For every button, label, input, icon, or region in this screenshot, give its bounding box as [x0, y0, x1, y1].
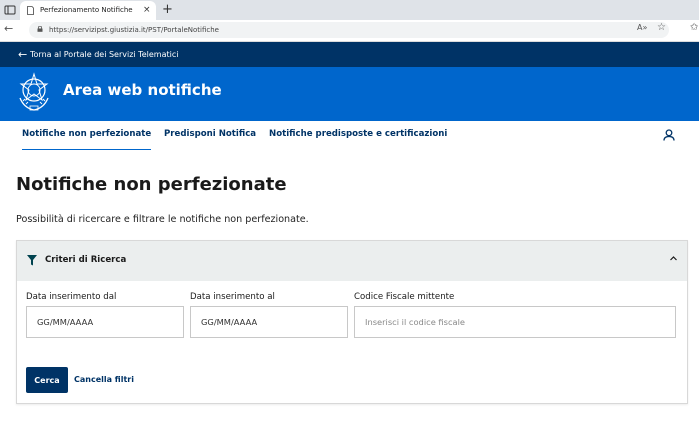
date-from-label: Data inserimento dal: [26, 292, 117, 302]
filter-icon: [27, 255, 37, 266]
search-criteria-header[interactable]: Criteri di Ricerca: [17, 241, 687, 281]
tab-predisponi-notifica[interactable]: Predisponi Notifica: [164, 121, 256, 149]
user-icon[interactable]: [663, 129, 675, 141]
italian-republic-emblem-icon: [19, 72, 49, 111]
browser-tab-bar: Perfezionamento Notifiche × +: [0, 0, 699, 20]
date-to-label: Data inserimento al: [190, 292, 275, 302]
tab-close-icon[interactable]: ×: [143, 1, 151, 20]
back-to-portal-label: Torna al Portale dei Servizi Telematici: [30, 50, 179, 59]
tab-notifiche-non-perfezionate[interactable]: Notifiche non perfezionate: [22, 121, 152, 151]
app-title: Area web notifiche: [63, 81, 222, 99]
fiscal-code-label: Codice Fiscale mittente: [354, 292, 455, 302]
url-field[interactable]: https://servizipst.giustizia.it/PST/Port…: [29, 22, 669, 38]
page-favicon-icon: [27, 6, 34, 15]
tab-title: Perfezionamento Notifiche: [40, 6, 133, 14]
read-aloud-icon[interactable]: A»: [637, 23, 647, 32]
url-text: https://servizipst.giustizia.it/PST/Port…: [49, 26, 219, 34]
clear-filters-link[interactable]: Cancella filtri: [74, 367, 134, 393]
favorites-icon[interactable]: ✩: [690, 22, 698, 33]
back-to-portal-link[interactable]: ← Torna al Portale dei Servizi Telematic…: [0, 42, 699, 67]
browser-address-bar: ← https://servizipst.giustizia.it/PST/Po…: [0, 20, 699, 42]
date-to-input[interactable]: [190, 306, 348, 338]
tab-notifiche-predisposte[interactable]: Notifiche predisposte e certificazioni: [269, 121, 447, 149]
page-description: Possibilità di ricercare e filtrare le n…: [16, 214, 309, 225]
main-navigation: Notifiche non perfezionate Predisponi No…: [0, 121, 699, 151]
date-from-input[interactable]: [26, 306, 184, 338]
new-tab-icon[interactable]: +: [162, 0, 173, 19]
page-title: Notifiche non perfezionate: [16, 174, 287, 195]
browser-back-icon[interactable]: ←: [4, 22, 13, 35]
back-arrow-icon: ←: [18, 48, 28, 61]
search-criteria-panel: Criteri di Ricerca Data inserimento dal …: [16, 240, 688, 404]
fiscal-code-input[interactable]: [354, 306, 676, 338]
lock-icon: [37, 26, 43, 32]
search-button[interactable]: Cerca: [26, 367, 68, 393]
search-criteria-title: Criteri di Ricerca: [45, 255, 127, 265]
chevron-up-icon[interactable]: [669, 254, 678, 263]
site-header: Area web notifiche: [0, 67, 699, 121]
browser-tab[interactable]: Perfezionamento Notifiche ×: [20, 1, 156, 20]
favorite-star-icon[interactable]: ☆: [657, 22, 666, 33]
window-menu-icon[interactable]: [3, 3, 17, 17]
